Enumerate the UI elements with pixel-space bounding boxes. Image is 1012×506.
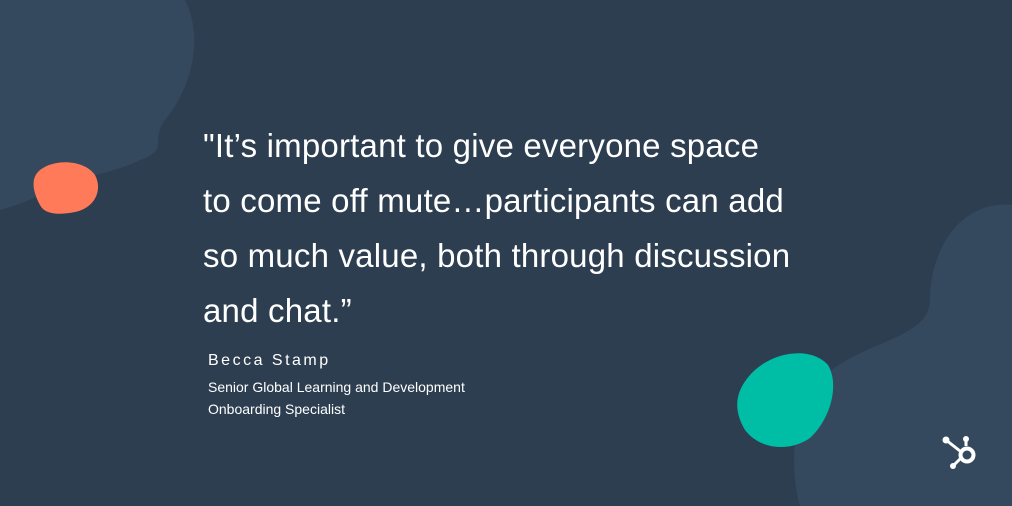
quote-line: and chat.” — [203, 292, 352, 329]
blob-top-left — [0, 0, 195, 210]
author-title: Senior Global Learning and Development O… — [208, 376, 465, 420]
quote-line: "It’s important to give everyone space — [203, 127, 760, 164]
author-title-line: Onboarding Specialist — [208, 401, 345, 417]
quote-line: so much value, both through discussion — [203, 237, 791, 274]
quote-line: to come off mute…participants can add — [203, 182, 784, 219]
quote-text: "It’s important to give everyone space t… — [203, 118, 790, 338]
orange-blob — [33, 162, 99, 214]
author-name: Becca Stamp — [208, 352, 331, 369]
hubspot-sprocket-icon — [942, 436, 976, 469]
author-title-line: Senior Global Learning and Development — [208, 379, 465, 395]
